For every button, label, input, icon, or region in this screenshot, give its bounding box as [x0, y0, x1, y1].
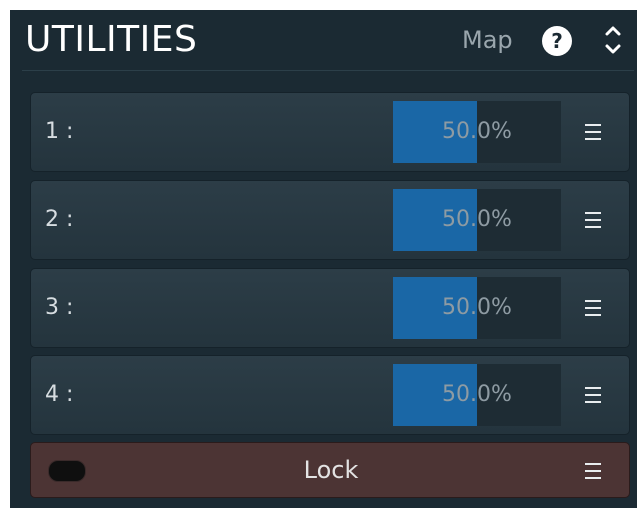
row-menu-icon[interactable] — [579, 181, 609, 259]
slider-value: 50.0% — [442, 382, 512, 407]
help-icon[interactable]: ? — [542, 26, 572, 56]
row-label: 3 : — [45, 295, 74, 320]
lock-menu-icon[interactable] — [579, 443, 609, 497]
utility-row-2: 2 : 50.0% — [30, 180, 630, 260]
panel-header: UTILITIES Map ? — [10, 10, 637, 70]
row-label: 2 : — [45, 207, 74, 232]
utility-slider-4[interactable]: 50.0% — [393, 364, 561, 426]
slider-value: 50.0% — [442, 119, 512, 144]
lock-button[interactable]: Lock — [31, 443, 631, 497]
chevron-up-down-icon — [605, 26, 621, 54]
row-menu-icon[interactable] — [579, 93, 609, 171]
slider-value: 50.0% — [442, 295, 512, 320]
utility-slider-3[interactable]: 50.0% — [393, 277, 561, 339]
row-menu-icon[interactable] — [579, 269, 609, 347]
header-divider — [22, 70, 634, 71]
row-label: 1 : — [45, 119, 74, 144]
utilities-panel: UTILITIES Map ? 1 : 50.0% 2 : 50.0% 3: … — [10, 10, 637, 508]
collapse-expand-icon[interactable] — [600, 22, 626, 58]
utility-slider-1[interactable]: 50.0% — [393, 101, 561, 163]
lock-row: Lock — [30, 442, 630, 498]
utility-slider-2[interactable]: 50.0% — [393, 189, 561, 251]
utility-row-3: 3 : 50.0% — [30, 268, 630, 348]
row-label: 4 : — [45, 382, 74, 407]
row-menu-icon[interactable] — [579, 356, 609, 434]
map-button[interactable]: Map — [462, 24, 513, 56]
utility-row-4: 4 : 50.0% — [30, 355, 630, 435]
panel-title: UTILITIES — [25, 19, 198, 60]
utility-row-1: 1 : 50.0% — [30, 92, 630, 172]
slider-value: 50.0% — [442, 207, 512, 232]
